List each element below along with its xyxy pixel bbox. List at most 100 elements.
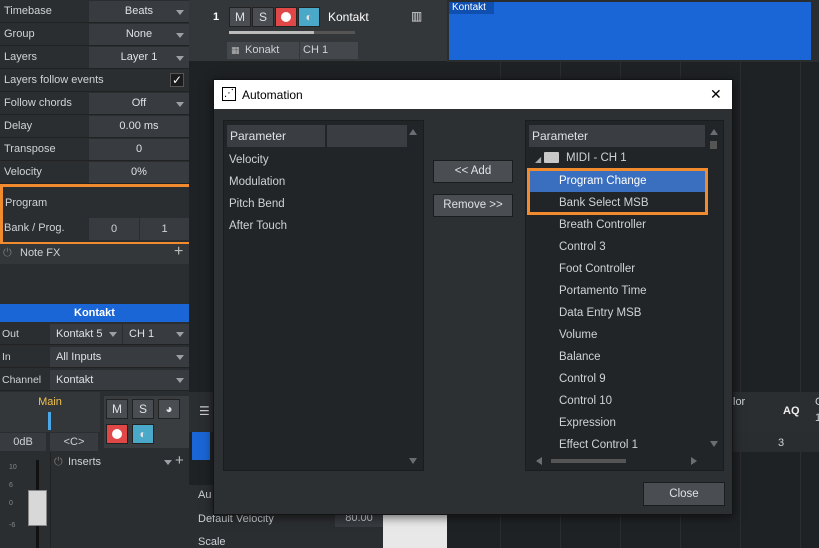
in-select[interactable]: All Inputs — [50, 347, 189, 367]
list-item[interactable]: Balance — [559, 351, 601, 363]
list-item[interactable]: Velocity — [229, 154, 269, 166]
main-fader-indicator — [48, 412, 51, 430]
right-scroll-up-icon[interactable] — [710, 129, 718, 135]
list-item[interactable]: Modulation — [229, 176, 285, 188]
track-mute-button[interactable]: M — [229, 7, 251, 27]
inserts-label: Inserts — [68, 456, 102, 468]
list-item[interactable]: Volume — [559, 329, 597, 341]
list-item[interactable]: Effect Control 1 — [559, 439, 638, 451]
list-item[interactable]: Expression — [559, 417, 616, 429]
scale-label: Scale — [198, 536, 226, 548]
volume-value[interactable]: 0dB — [0, 433, 46, 451]
instrument-icon: ▦ — [231, 45, 240, 55]
remove-button[interactable]: Remove >> — [433, 194, 513, 217]
keyboard-icon[interactable]: ▥ — [411, 9, 422, 23]
automation-app-icon: ⋰ — [222, 87, 236, 101]
list-item[interactable]: Breath Controller — [559, 219, 646, 231]
timebase-select[interactable]: Beats — [89, 1, 189, 22]
channel-out-row: Out Kontakt 5 CH 1 — [0, 323, 189, 345]
inserts-power-icon[interactable]: ⏻ — [54, 456, 63, 469]
list-item[interactable]: After Touch — [229, 220, 287, 232]
list-item[interactable]: Data Entry MSB — [559, 307, 641, 319]
editor-track-color — [192, 432, 210, 460]
layers-follow-checkbox[interactable]: ✓ — [170, 73, 184, 87]
layers-select[interactable]: Layer 1 — [89, 47, 189, 68]
au-label: Au — [198, 489, 212, 501]
add-insert-icon[interactable]: + — [175, 452, 184, 469]
piano-keys — [383, 514, 447, 548]
dialog-close-icon[interactable]: ✕ — [710, 86, 722, 103]
velocity-value[interactable]: 0% — [89, 162, 189, 183]
track-name[interactable]: Kontakt — [328, 10, 369, 24]
delay-value[interactable]: 0.00 ms — [89, 116, 189, 137]
left-scroll-up-icon[interactable] — [409, 129, 417, 135]
midi-event[interactable]: Kontakt — [449, 2, 811, 60]
track-record-icon[interactable] — [275, 7, 297, 27]
main-label: Main — [38, 396, 62, 408]
close-button[interactable]: Close — [643, 482, 725, 506]
left-second-header[interactable] — [327, 125, 407, 147]
left-scroll-down-icon[interactable] — [409, 458, 417, 464]
out-select[interactable]: Kontakt 5 — [50, 324, 122, 344]
right-scroll-left-icon[interactable] — [536, 457, 542, 465]
add-button[interactable]: << Add — [433, 160, 513, 183]
transpose-label: Transpose — [4, 143, 56, 155]
transpose-value[interactable]: 0 — [89, 139, 189, 160]
channel-mute-button[interactable]: M — [106, 399, 128, 419]
group-select[interactable]: None — [89, 24, 189, 45]
timebase-label: Timebase — [4, 5, 52, 17]
inspector-row-layers-follow: Layers follow events ✓ — [0, 69, 189, 92]
right-scroll-right-icon[interactable] — [691, 457, 697, 465]
channel-in-row: In All Inputs — [0, 346, 189, 368]
list-item[interactable]: Foot Controller — [559, 263, 635, 275]
dialog-titlebar[interactable]: ⋰ Automation ✕ — [214, 80, 732, 109]
out-channel-select[interactable]: CH 1 — [123, 324, 189, 344]
list-item[interactable]: Control 10 — [559, 395, 612, 407]
delay-label: Delay — [4, 120, 33, 132]
c-label: C — [815, 396, 819, 408]
track-monitor-icon[interactable]: ◐ — [298, 7, 320, 27]
bar-number: 3 — [778, 437, 785, 449]
left-parameter-header[interactable]: Parameter — [227, 125, 325, 147]
track-channel-select[interactable]: CH 1 — [300, 42, 358, 59]
event-name: Kontakt — [449, 2, 494, 14]
midi-folder-label[interactable]: MIDI - CH 1 — [566, 152, 627, 164]
right-parameter-header[interactable]: Parameter — [529, 125, 705, 147]
list-item[interactable]: Pitch Bend — [229, 198, 285, 210]
channel-record-icon[interactable] — [106, 424, 128, 444]
volume-pan-row: 0dB <C> — [0, 432, 100, 452]
available-parameters-panel: Parameter Velocity Modulation Pitch Bend… — [223, 120, 424, 471]
pan-value[interactable]: <C> — [50, 433, 98, 451]
track-header[interactable]: 1 M S ◐ Kontakt ▥ Konakt ▦ CH 1 — [189, 0, 447, 62]
one-label: 1 — [815, 412, 819, 424]
note-fx-header[interactable]: ⏻ Note FX + — [0, 243, 189, 264]
note-fx-label: Note FX — [20, 247, 61, 259]
main-bus-area: Main — [0, 392, 100, 432]
inserts-dropdown-icon[interactable] — [164, 460, 172, 465]
right-hscroll-thumb[interactable] — [551, 459, 626, 463]
right-scroll-down-icon[interactable] — [710, 441, 718, 447]
channel-select[interactable]: Kontakt — [50, 370, 189, 390]
channel-monitor-icon[interactable]: ◐ — [132, 424, 154, 444]
in-label: In — [2, 351, 11, 363]
follow-chords-select[interactable]: Off — [89, 93, 189, 114]
power-icon[interactable]: ⏻ — [3, 247, 12, 260]
track-solo-button[interactable]: S — [252, 7, 274, 27]
channel-knob-icon[interactable]: ◕ — [158, 399, 180, 419]
meter-tick-6: 6 — [9, 482, 13, 489]
list-icon[interactable]: ☰ — [199, 404, 210, 418]
meter-tick-0: 0 — [9, 500, 13, 507]
list-item[interactable]: Portamento Time — [559, 285, 647, 297]
folder-expand-icon[interactable]: ◢ — [535, 155, 541, 164]
velocity-label: Velocity — [4, 166, 42, 178]
meter-tick-10: 10 — [9, 464, 17, 471]
list-item[interactable]: Control 9 — [559, 373, 606, 385]
folder-icon — [544, 152, 559, 163]
inspector-panel: Timebase Beats Group None Layers Layer 1… — [0, 0, 196, 548]
add-note-fx-icon[interactable]: + — [174, 243, 183, 261]
right-scroll-thumb[interactable] — [710, 141, 717, 149]
track-volume-bar[interactable] — [229, 31, 355, 34]
channel-solo-button[interactable]: S — [132, 399, 154, 419]
volume-fader-handle[interactable] — [28, 490, 47, 526]
list-item[interactable]: Control 3 — [559, 241, 606, 253]
